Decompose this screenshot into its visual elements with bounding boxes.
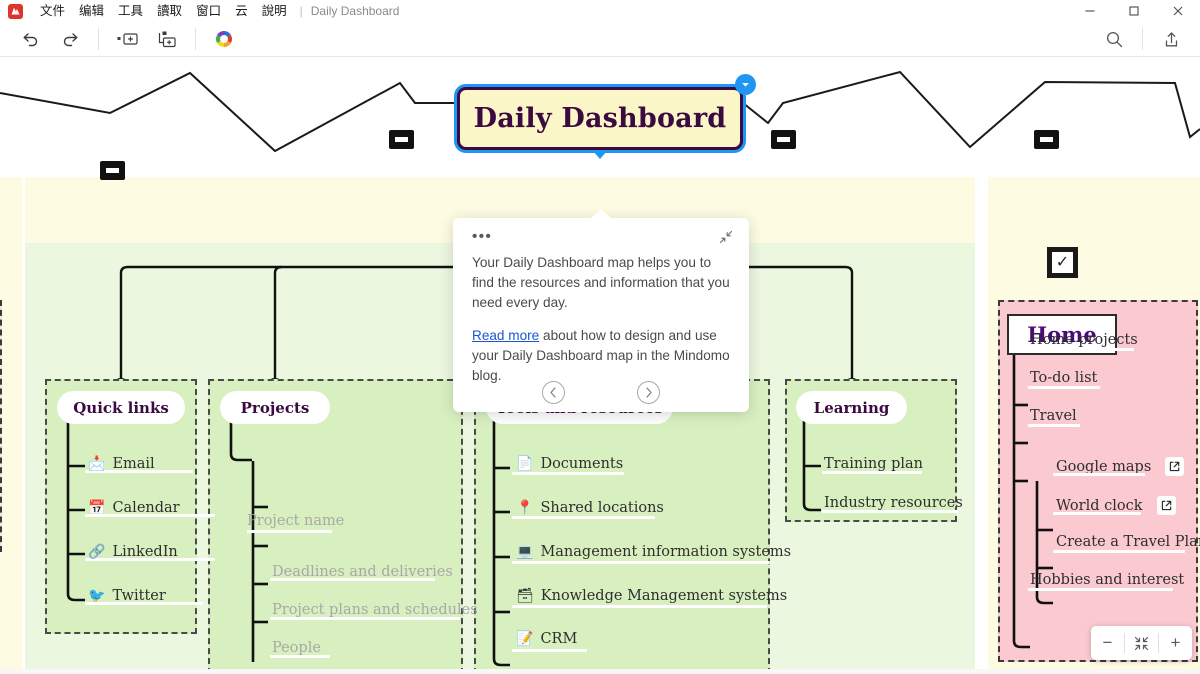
leaf-home-1[interactable]: To-do list <box>1030 370 1097 386</box>
app-logo-icon <box>8 3 23 19</box>
menu-item-read[interactable]: 讀取 <box>150 0 189 22</box>
info-popup[interactable]: ••• Your Daily Dashboard map helps you t… <box>453 209 749 412</box>
menu-item-file[interactable]: 文件 <box>33 0 72 22</box>
chevron-right-icon[interactable] <box>637 381 660 404</box>
leaf-underline <box>1028 588 1173 591</box>
leaf-label: Create a Travel Plan <box>1056 534 1200 550</box>
leaf-label: To-do list <box>1030 370 1098 386</box>
root-topic-label: Daily Dashboard <box>473 103 727 134</box>
checkbox-inner: ✓ <box>1052 252 1073 273</box>
add-topic-icon[interactable] <box>110 24 144 54</box>
color-wheel-icon[interactable] <box>207 24 241 54</box>
collapse-arrows-icon[interactable] <box>719 230 733 249</box>
close-icon[interactable] <box>1156 0 1200 22</box>
status-bar <box>0 669 1200 674</box>
toolbar-divider <box>98 28 99 50</box>
leaf-underline <box>1053 512 1141 515</box>
chevron-left-icon[interactable] <box>542 381 565 404</box>
chevron-down-icon[interactable] <box>735 74 756 95</box>
document-title: Daily Dashboard <box>310 4 400 18</box>
leaf-home-6[interactable]: Hobbies and interest <box>1030 572 1184 588</box>
leaf-underline <box>1053 550 1185 553</box>
toolbar-divider-3 <box>1142 28 1143 50</box>
leaf-underline <box>1028 386 1100 389</box>
leaf-underline <box>1028 348 1134 351</box>
leaf-label: Home projects <box>1030 332 1138 348</box>
leaf-label: Hobbies and interest <box>1030 572 1185 588</box>
mindmap-canvas[interactable]: Daily Dashboard ••• Your Daily Dashboard… <box>0 57 1200 674</box>
leaf-home-5[interactable]: Create a Travel Plan <box>1056 534 1200 550</box>
minimize-icon[interactable] <box>1068 0 1112 22</box>
share-upload-icon[interactable] <box>1154 24 1188 54</box>
menu-item-cloud[interactable]: 云 <box>228 0 255 22</box>
leaf-home-2[interactable]: Travel <box>1030 408 1077 424</box>
more-dots-icon[interactable]: ••• <box>472 229 730 244</box>
menu-item-edit[interactable]: 编辑 <box>72 0 111 22</box>
menu-item-tools[interactable]: 工具 <box>111 0 150 22</box>
menu-item-window[interactable]: 窗口 <box>189 0 228 22</box>
leaf-underline <box>1028 424 1080 427</box>
search-icon[interactable] <box>1097 24 1131 54</box>
undo-arrow-icon[interactable] <box>13 24 47 54</box>
leaf-label: Travel <box>1030 408 1077 424</box>
zoom-out-button[interactable]: − <box>1091 626 1124 660</box>
mindmap-application-window: 文件 编辑 工具 讀取 窗口 云 說明 | Daily Dashboard Da… <box>0 0 1200 674</box>
leaf-underline <box>1053 473 1145 476</box>
root-topic-node[interactable]: Daily Dashboard <box>457 87 743 150</box>
window-controls <box>1068 0 1200 22</box>
menu-separator: | <box>299 4 303 18</box>
external-link-icon[interactable] <box>1156 496 1176 515</box>
fit-to-screen-icon[interactable] <box>1125 626 1158 660</box>
redo-arrow-icon[interactable] <box>53 24 87 54</box>
add-subtopic-icon[interactable] <box>150 24 184 54</box>
zoom-in-button[interactable]: + <box>1159 626 1192 660</box>
popup-navigation <box>453 381 749 404</box>
external-link-icon[interactable] <box>1165 457 1185 476</box>
popup-paragraph-1: Your Daily Dashboard map helps you to fi… <box>472 255 730 310</box>
maximize-icon[interactable] <box>1112 0 1156 22</box>
toolbar <box>0 22 1200 57</box>
menu-item-help[interactable]: 說明 <box>255 0 294 22</box>
leaf-home-0[interactable]: Home projects <box>1030 332 1138 348</box>
toolbar-divider-2 <box>195 28 196 50</box>
zoom-controls[interactable]: − + <box>1091 626 1192 660</box>
menu-bar: 文件 编辑 工具 讀取 窗口 云 說明 | Daily Dashboard <box>0 0 1200 22</box>
popup-paragraph-2: Read more about how to design and use yo… <box>472 326 730 386</box>
checkbox-checked-icon[interactable]: ✓ <box>1047 247 1078 278</box>
read-more-link[interactable]: Read more <box>472 328 539 343</box>
